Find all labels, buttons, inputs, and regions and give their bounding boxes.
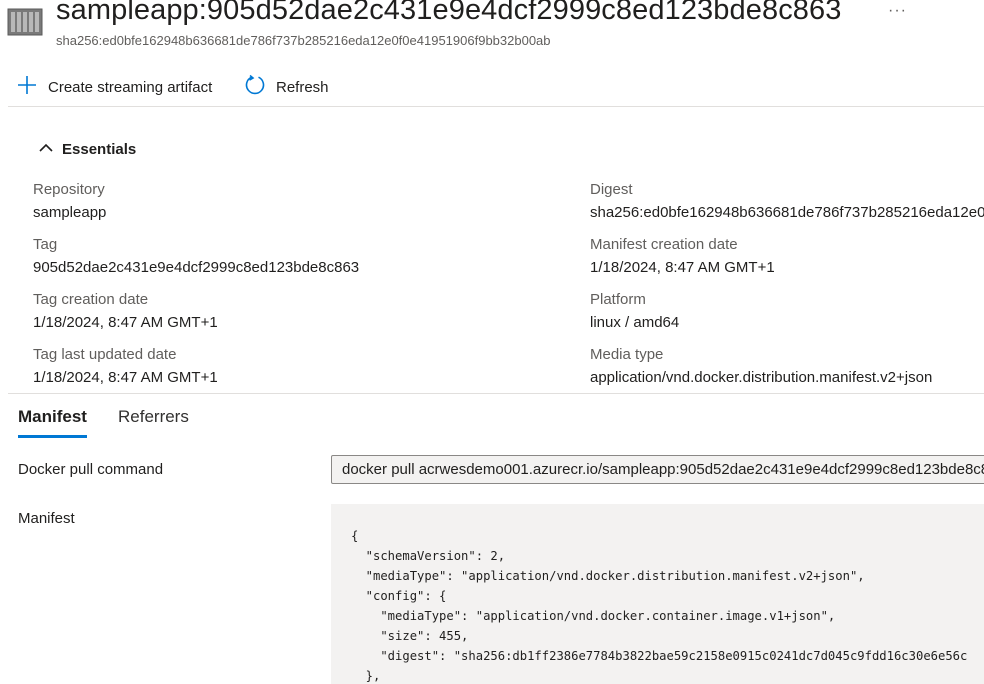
repository-value: sampleapp: [33, 204, 107, 221]
create-streaming-artifact-label: Create streaming artifact: [48, 78, 213, 96]
manifest-line: },: [351, 669, 381, 683]
container-repo-icon: [7, 6, 43, 36]
essentials-divider: [8, 393, 984, 394]
create-streaming-artifact-button[interactable]: Create streaming artifact: [16, 74, 212, 100]
manifest-line: "size": 455,: [351, 629, 469, 643]
active-tab-indicator: [18, 435, 87, 438]
digest-label: Digest: [590, 181, 633, 198]
tag-value: 905d52dae2c431e9e4dcf2999c8ed123bde8c863: [33, 259, 360, 276]
plus-icon: [16, 74, 38, 100]
manifest-line: {: [351, 529, 359, 543]
manifest-line: "mediaType": "application/vnd.docker.dis…: [351, 569, 865, 583]
essentials-toggle[interactable]: Essentials: [38, 141, 136, 158]
tag-creation-date-value: 1/18/2024, 8:47 AM GMT+1: [33, 314, 218, 331]
manifest-label: Manifest: [18, 510, 75, 527]
tag-creation-date-label: Tag creation date: [33, 291, 149, 308]
refresh-button[interactable]: Refresh: [244, 74, 329, 100]
refresh-icon: [244, 74, 266, 100]
media-type-label: Media type: [590, 346, 664, 363]
manifest-code-viewer[interactable]: { "schemaVersion": 2, "mediaType": "appl…: [331, 504, 984, 684]
manifest-line: "schemaVersion": 2,: [351, 549, 506, 563]
platform-value: linux / amd64: [590, 314, 680, 331]
manifest-line: "digest": "sha256:db1ff2386e7784b3822bae…: [351, 649, 968, 663]
more-actions-button[interactable]: ···: [888, 2, 907, 20]
manifest-line: "mediaType": "application/vnd.docker.con…: [351, 609, 836, 623]
tag-label: Tag: [33, 236, 58, 253]
tab-referrers[interactable]: Referrers: [118, 407, 189, 427]
docker-pull-label: Docker pull command: [18, 461, 164, 478]
essentials-label: Essentials: [62, 141, 137, 158]
tab-manifest[interactable]: Manifest: [18, 407, 87, 427]
platform-label: Platform: [590, 291, 646, 308]
manifest-json: { "schemaVersion": 2, "mediaType": "appl…: [351, 526, 971, 684]
refresh-label: Refresh: [276, 78, 329, 96]
manifest-creation-date-value: 1/18/2024, 8:47 AM GMT+1: [590, 259, 775, 276]
repository-label: Repository: [33, 181, 105, 198]
chevron-up-icon: [38, 141, 54, 158]
toolbar-divider: [8, 106, 984, 107]
media-type-value: application/vnd.docker.distribution.mani…: [590, 369, 933, 386]
digest-value: sha256:ed0bfe162948b636681de786f737b2852…: [590, 204, 984, 221]
tag-last-updated-value: 1/18/2024, 8:47 AM GMT+1: [33, 369, 218, 386]
tag-last-updated-label: Tag last updated date: [33, 346, 177, 363]
manifest-creation-date-label: Manifest creation date: [590, 236, 738, 253]
docker-pull-command-field[interactable]: docker pull acrwesdemo001.azurecr.io/sam…: [331, 455, 984, 484]
page-subtitle-digest: sha256:ed0bfe162948b636681de786f737b2852…: [56, 33, 551, 48]
page-title: sampleapp:905d52dae2c431e9e4dcf2999c8ed1…: [56, 0, 842, 26]
manifest-line: "config": {: [351, 589, 447, 603]
